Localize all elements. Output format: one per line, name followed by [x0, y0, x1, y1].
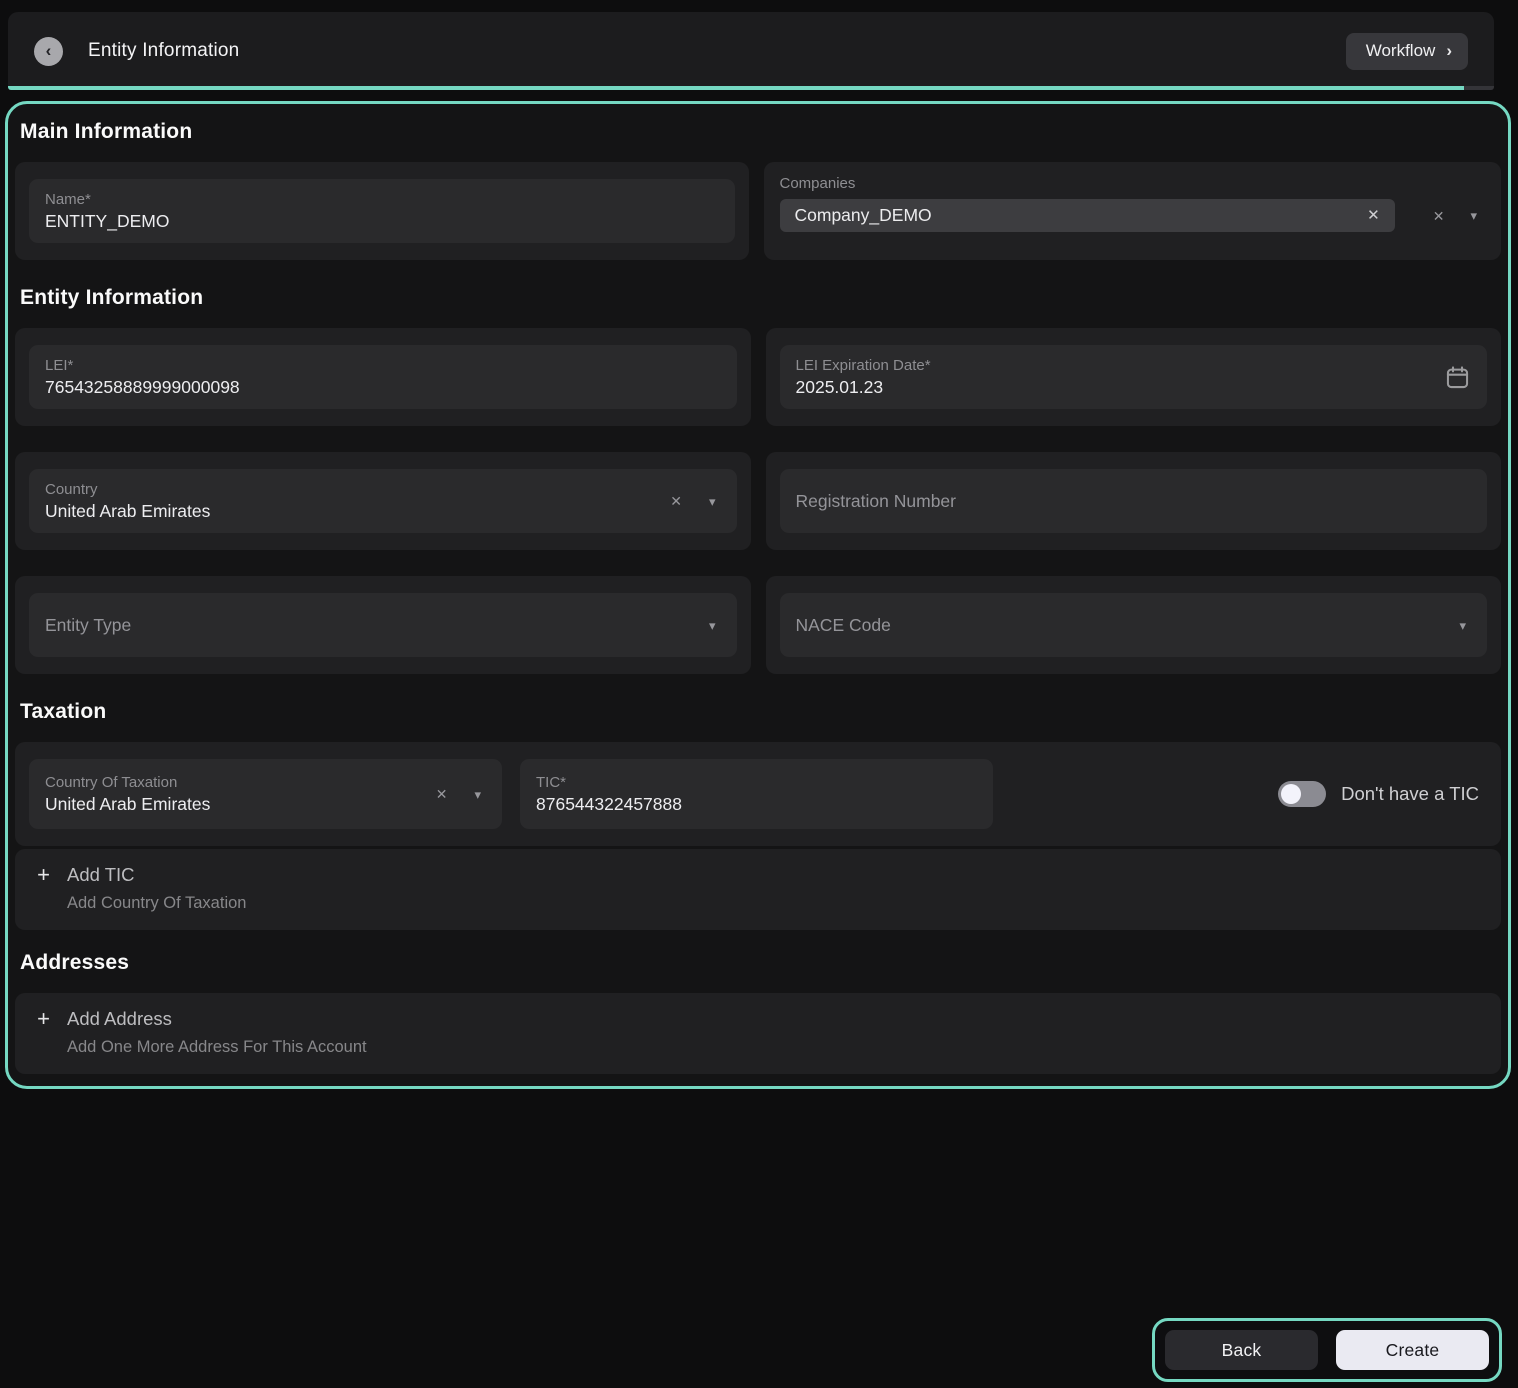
workflow-button[interactable]: Workflow › [1346, 33, 1468, 70]
companies-caret-icon[interactable]: ▾ [1470, 209, 1477, 222]
lei-field-cell: LEI* 76543258889999000098 [15, 328, 751, 426]
section-title-addresses: Addresses [20, 951, 1502, 975]
tic-label: TIC* [536, 774, 682, 791]
add-address-button[interactable]: + Add Address Add One More Address For T… [15, 993, 1501, 1074]
footer-action-bar: Back Create [1152, 1318, 1502, 1382]
country-label: Country [45, 481, 210, 498]
companies-label: Companies [780, 175, 1486, 192]
taxation-cell: Country Of Taxation United Arab Emirates… [15, 742, 1501, 846]
nace-code-caret-icon[interactable]: ▾ [1459, 619, 1466, 632]
row-entitytype-nace: Entity Type ▾ NACE Code ▾ [15, 576, 1501, 674]
nace-code-select[interactable]: NACE Code ▾ [780, 593, 1488, 657]
entity-type-select[interactable]: Entity Type ▾ [29, 593, 737, 657]
lei-expiration-label: LEI Expiration Date* [796, 357, 931, 374]
back-chevron-glyph: ‹ [46, 42, 52, 59]
lei-expiration-value: 2025.01.23 [796, 377, 931, 398]
nace-code-cell: NACE Code ▾ [766, 576, 1502, 674]
lei-expiration-input[interactable]: LEI Expiration Date* 2025.01.23 [780, 345, 1488, 409]
lei-expiration-cell: LEI Expiration Date* 2025.01.23 [766, 328, 1502, 426]
dont-have-tic-group: Don't have a TIC [1278, 781, 1487, 807]
companies-clear-icon[interactable]: ✕ [1433, 209, 1445, 223]
registration-number-placeholder: Registration Number [796, 491, 956, 512]
country-select[interactable]: Country United Arab Emirates ✕ ▾ [29, 469, 737, 533]
form-panel: Main Information Name* ENTITY_DEMO Compa… [5, 101, 1511, 1089]
company-chip[interactable]: Company_DEMO ✕ [780, 199, 1395, 232]
chevron-right-icon: › [1446, 41, 1452, 61]
country-of-taxation-value: United Arab Emirates [45, 794, 210, 815]
country-caret-icon[interactable]: ▾ [709, 495, 716, 508]
nace-code-placeholder: NACE Code [796, 615, 891, 636]
registration-number-input[interactable]: Registration Number [780, 469, 1488, 533]
country-value: United Arab Emirates [45, 501, 210, 522]
page-title: Entity Information [88, 40, 239, 62]
dont-have-tic-label: Don't have a TIC [1341, 783, 1479, 805]
create-button[interactable]: Create [1336, 1330, 1489, 1370]
company-chip-label: Company_DEMO [795, 205, 932, 226]
lei-value: 76543258889999000098 [45, 377, 240, 398]
chip-remove-icon[interactable]: ✕ [1367, 208, 1380, 223]
row-lei: LEI* 76543258889999000098 LEI Expiration… [15, 328, 1501, 426]
name-input[interactable]: Name* ENTITY_DEMO [29, 179, 735, 243]
workflow-button-label: Workflow [1366, 41, 1436, 61]
country-clear-icon[interactable]: ✕ [670, 494, 682, 508]
header-bar: ‹ Entity Information Workflow › [8, 12, 1494, 90]
plus-icon: + [35, 1008, 52, 1030]
country-of-taxation-select[interactable]: Country Of Taxation United Arab Emirates… [29, 759, 502, 829]
registration-number-cell: Registration Number [766, 452, 1502, 550]
row-country-registration: Country United Arab Emirates ✕ ▾ Registr… [15, 452, 1501, 550]
country-of-taxation-caret-icon[interactable]: ▾ [474, 788, 481, 801]
row-name-companies: Name* ENTITY_DEMO Companies Company_DEMO… [15, 162, 1501, 260]
entity-type-caret-icon[interactable]: ▾ [709, 619, 716, 632]
plus-icon: + [35, 864, 52, 886]
section-title-main-information: Main Information [20, 120, 1502, 144]
name-field-cell: Name* ENTITY_DEMO [15, 162, 749, 260]
wizard-progress-track [8, 86, 1494, 90]
tic-value: 876544322457888 [536, 794, 682, 815]
toggle-knob [1281, 784, 1301, 804]
back-button[interactable]: Back [1165, 1330, 1318, 1370]
section-title-taxation: Taxation [20, 700, 1502, 724]
country-field-cell: Country United Arab Emirates ✕ ▾ [15, 452, 751, 550]
section-title-entity-information: Entity Information [20, 286, 1502, 310]
country-of-taxation-clear-icon[interactable]: ✕ [436, 787, 448, 801]
lei-input[interactable]: LEI* 76543258889999000098 [29, 345, 737, 409]
add-tic-sublabel: Add Country Of Taxation [67, 894, 1483, 913]
country-of-taxation-label: Country Of Taxation [45, 774, 210, 791]
calendar-icon[interactable] [1444, 364, 1471, 391]
add-tic-label: Add TIC [67, 864, 135, 886]
add-address-label: Add Address [67, 1008, 172, 1030]
row-taxation: Country Of Taxation United Arab Emirates… [15, 742, 1501, 846]
dont-have-tic-toggle[interactable] [1278, 781, 1326, 807]
lei-label: LEI* [45, 357, 240, 374]
add-address-sublabel: Add One More Address For This Account [67, 1038, 1483, 1057]
companies-chip-row: Company_DEMO ✕ ✕ ▾ [780, 199, 1486, 232]
add-tic-button[interactable]: + Add TIC Add Country Of Taxation [15, 849, 1501, 930]
companies-select[interactable]: Companies Company_DEMO ✕ ✕ ▾ [764, 162, 1502, 260]
back-icon[interactable]: ‹ [34, 37, 63, 66]
name-value: ENTITY_DEMO [45, 211, 169, 232]
entity-type-placeholder: Entity Type [45, 615, 131, 636]
name-label: Name* [45, 191, 169, 208]
wizard-progress-fill [8, 86, 1464, 90]
tic-input[interactable]: TIC* 876544322457888 [520, 759, 993, 829]
entity-type-cell: Entity Type ▾ [15, 576, 751, 674]
